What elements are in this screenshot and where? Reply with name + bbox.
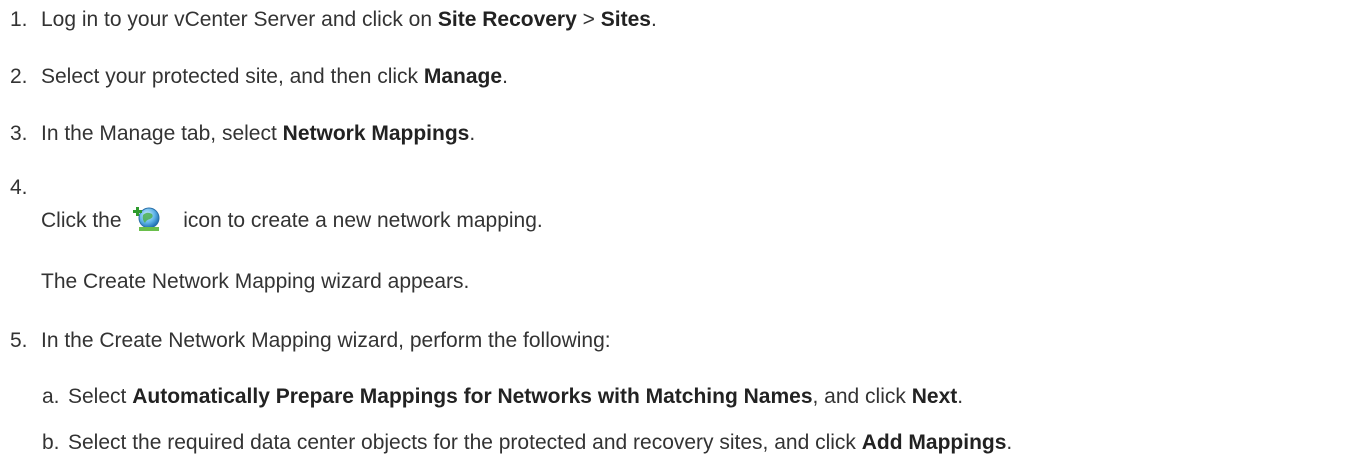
step-4-note: The Create Network Mapping wizard appear…	[41, 270, 470, 293]
step-4: 4.	[10, 176, 28, 199]
substep-a: a. Select Automatically Prepare Mappings …	[42, 385, 964, 408]
add-network-mapping-icon	[133, 205, 163, 239]
step-1: 1. Log in to your vCenter Server and clic…	[10, 8, 657, 31]
substep-b: b. Select the required data center object…	[42, 431, 1013, 454]
instructions: 1. Log in to your vCenter Server and clic…	[0, 0, 1362, 460]
step-3: 3. In the Manage tab, select Network Mapp…	[10, 122, 476, 145]
step-5: 5. In the Create Network Mapping wizard, …	[10, 329, 611, 352]
step-2: 2. Select your protected site, and then c…	[10, 65, 508, 88]
step-4-instruction: Click the icon to create a new network m…	[41, 205, 543, 239]
